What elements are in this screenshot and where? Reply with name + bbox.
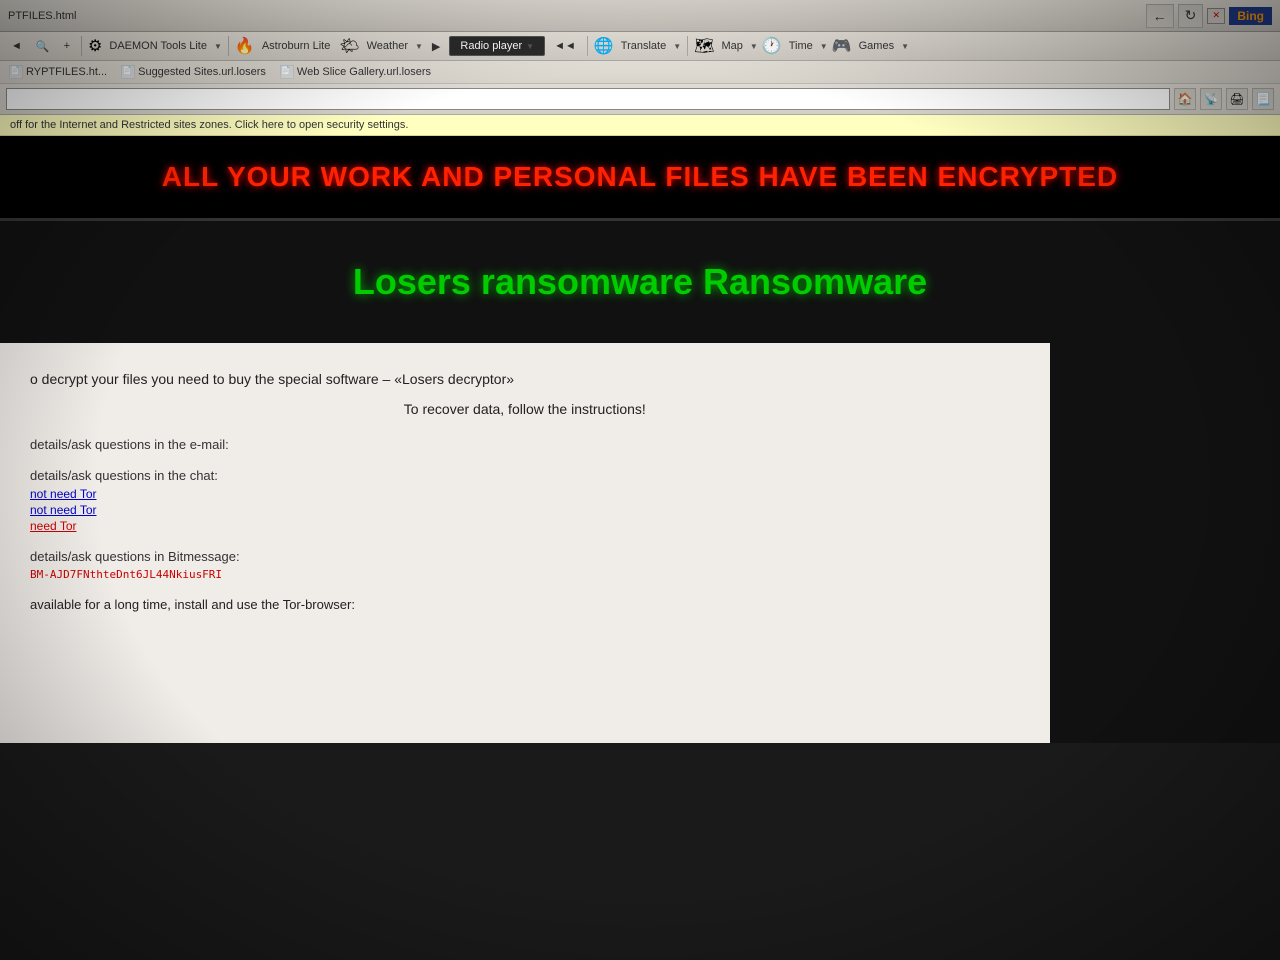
security-bar[interactable]: off for the Internet and Restricted site…: [0, 115, 1280, 136]
toolbar-separator-2: [228, 36, 229, 56]
bitmessage-address: BM-AJD7FNthteDnt6JL44NkiusFRI: [30, 568, 1020, 581]
play-btn[interactable]: ▶: [427, 37, 445, 56]
map-btn[interactable]: Map: [716, 37, 747, 55]
fav-item-2[interactable]: 📄 Suggested Sites.url.losers: [118, 64, 269, 80]
astroburn-icon: 🔥: [235, 36, 255, 56]
astroburn-btn[interactable]: Astroburn Lite: [257, 37, 335, 55]
daemon-arrow-icon: ▼: [214, 42, 222, 51]
translate-btn[interactable]: Translate: [616, 37, 671, 55]
right-black-panel: [1050, 343, 1280, 743]
games-btn[interactable]: Games: [854, 37, 899, 55]
games-arrow-icon: ▼: [901, 42, 909, 51]
toolbar: ◄ 🔍 + ⚙ DAEMON Tools Lite ▼ 🔥 Astroburn …: [0, 32, 1280, 61]
tor-text: available for a long time, install and u…: [30, 597, 1020, 612]
daemon-tools-dropdown[interactable]: ⚙ DAEMON Tools Lite ▼: [88, 36, 222, 56]
fav-label-2: Suggested Sites.url.losers: [138, 66, 266, 78]
radio-label: Radio player: [460, 40, 522, 52]
radio-arrow-icon: ▼: [526, 42, 534, 51]
bing-button[interactable]: Bing: [1229, 7, 1272, 25]
home-icon-btn[interactable]: 🏠: [1174, 88, 1196, 110]
time-icon: 🕐: [762, 36, 782, 56]
chat-link-2[interactable]: not need Tor: [30, 503, 1020, 517]
fav-label-1: RYPTFILES.ht...: [26, 66, 107, 78]
translate-icon: 🌐: [594, 36, 614, 56]
print-icon-btn[interactable]: 🖨: [1226, 88, 1248, 110]
time-arrow-icon: ▼: [820, 42, 828, 51]
recover-text: To recover data, follow the instructions…: [30, 398, 1020, 420]
security-text: off for the Internet and Restricted site…: [10, 119, 408, 131]
map-arrow-icon: ▼: [750, 42, 758, 51]
radio-player-btn[interactable]: Radio player ▼: [449, 36, 545, 56]
fav-icon-1: 📄: [9, 65, 23, 79]
nav-forward-btn[interactable]: ↻: [1178, 4, 1204, 28]
fav-icon-2: 📄: [121, 65, 135, 79]
white-content-area: o decrypt your files you need to buy the…: [0, 343, 1050, 743]
ransomware-title-section: Losers ransomware Ransomware: [0, 221, 1280, 343]
fav-item-3[interactable]: 📄 Web Slice Gallery.url.losers: [277, 64, 434, 80]
toolbar-separator-1: [81, 36, 82, 56]
tab-title: PTFILES.html: [8, 10, 1146, 22]
daemon-icon: ⚙: [88, 36, 102, 56]
weather-dropdown[interactable]: 🌤 Weather ▼: [339, 36, 423, 56]
nav-back-btn[interactable]: ←: [1146, 4, 1174, 28]
bitmessage-label: details/ask questions in Bitmessage:: [30, 549, 1020, 564]
games-dropdown[interactable]: 🎮 Games ▼: [832, 36, 909, 56]
search-button[interactable]: 🔍: [31, 37, 55, 56]
main-content: ALL YOUR WORK AND PERSONAL FILES HAVE BE…: [0, 136, 1280, 743]
content-wrapper: o decrypt your files you need to buy the…: [0, 343, 1280, 743]
chat-label: details/ask questions in the chat:: [30, 468, 1020, 483]
right-toolbar-icons: 🏠 📡 🖨 📃: [1174, 88, 1274, 110]
fav-label-3: Web Slice Gallery.url.losers: [297, 66, 431, 78]
toolbar-separator-3: [587, 36, 588, 56]
favorites-bar: 📄 RYPTFILES.ht... 📄 Suggested Sites.url.…: [0, 61, 1280, 84]
map-dropdown[interactable]: 🗺 Map ▼: [694, 36, 758, 56]
games-icon: 🎮: [832, 36, 852, 56]
weather-arrow-icon: ▼: [415, 42, 423, 51]
daemon-tools-btn[interactable]: DAEMON Tools Lite: [104, 37, 212, 55]
rss-icon-btn[interactable]: 📡: [1200, 88, 1222, 110]
address-bar-area: 🏠 📡 🖨 📃: [0, 84, 1280, 115]
astroburn-dropdown[interactable]: 🔥 Astroburn Lite: [235, 36, 335, 56]
toolbar-separator-4: [687, 36, 688, 56]
ransomware-title: Losers ransomware Ransomware: [20, 261, 1260, 303]
encrypted-heading: ALL YOUR WORK AND PERSONAL FILES HAVE BE…: [20, 161, 1260, 193]
title-bar: PTFILES.html ← ↻ ✕ Bing: [0, 0, 1280, 32]
time-btn[interactable]: Time: [784, 37, 818, 55]
weather-icon: 🌤: [339, 36, 359, 56]
prev-track-btn[interactable]: ◄◄: [549, 37, 581, 55]
add-button[interactable]: +: [59, 37, 75, 55]
translate-dropdown[interactable]: 🌐 Translate ▼: [594, 36, 681, 56]
close-button[interactable]: ✕: [1207, 8, 1225, 24]
fav-icon-3: 📄: [280, 65, 294, 79]
weather-btn[interactable]: Weather: [362, 37, 413, 55]
chat-link-3[interactable]: need Tor: [30, 519, 1020, 533]
map-icon: 🗺: [694, 36, 714, 56]
encrypted-banner: ALL YOUR WORK AND PERSONAL FILES HAVE BE…: [0, 136, 1280, 221]
decrypt-text: o decrypt your files you need to buy the…: [30, 368, 1020, 390]
title-buttons: ← ↻ ✕ Bing: [1146, 4, 1272, 28]
email-label: details/ask questions in the e-mail:: [30, 437, 1020, 452]
fav-item-1[interactable]: 📄 RYPTFILES.ht...: [6, 64, 110, 80]
back-nav-button[interactable]: ◄: [6, 37, 27, 55]
chat-link-1[interactable]: not need Tor: [30, 487, 1020, 501]
time-dropdown[interactable]: 🕐 Time ▼: [762, 36, 828, 56]
browser-frame: PTFILES.html ← ↻ ✕ Bing ◄ 🔍 + ⚙ DAEMON T…: [0, 0, 1280, 743]
translate-arrow-icon: ▼: [673, 42, 681, 51]
page-icon-btn[interactable]: 📃: [1252, 88, 1274, 110]
address-input[interactable]: [6, 88, 1170, 110]
